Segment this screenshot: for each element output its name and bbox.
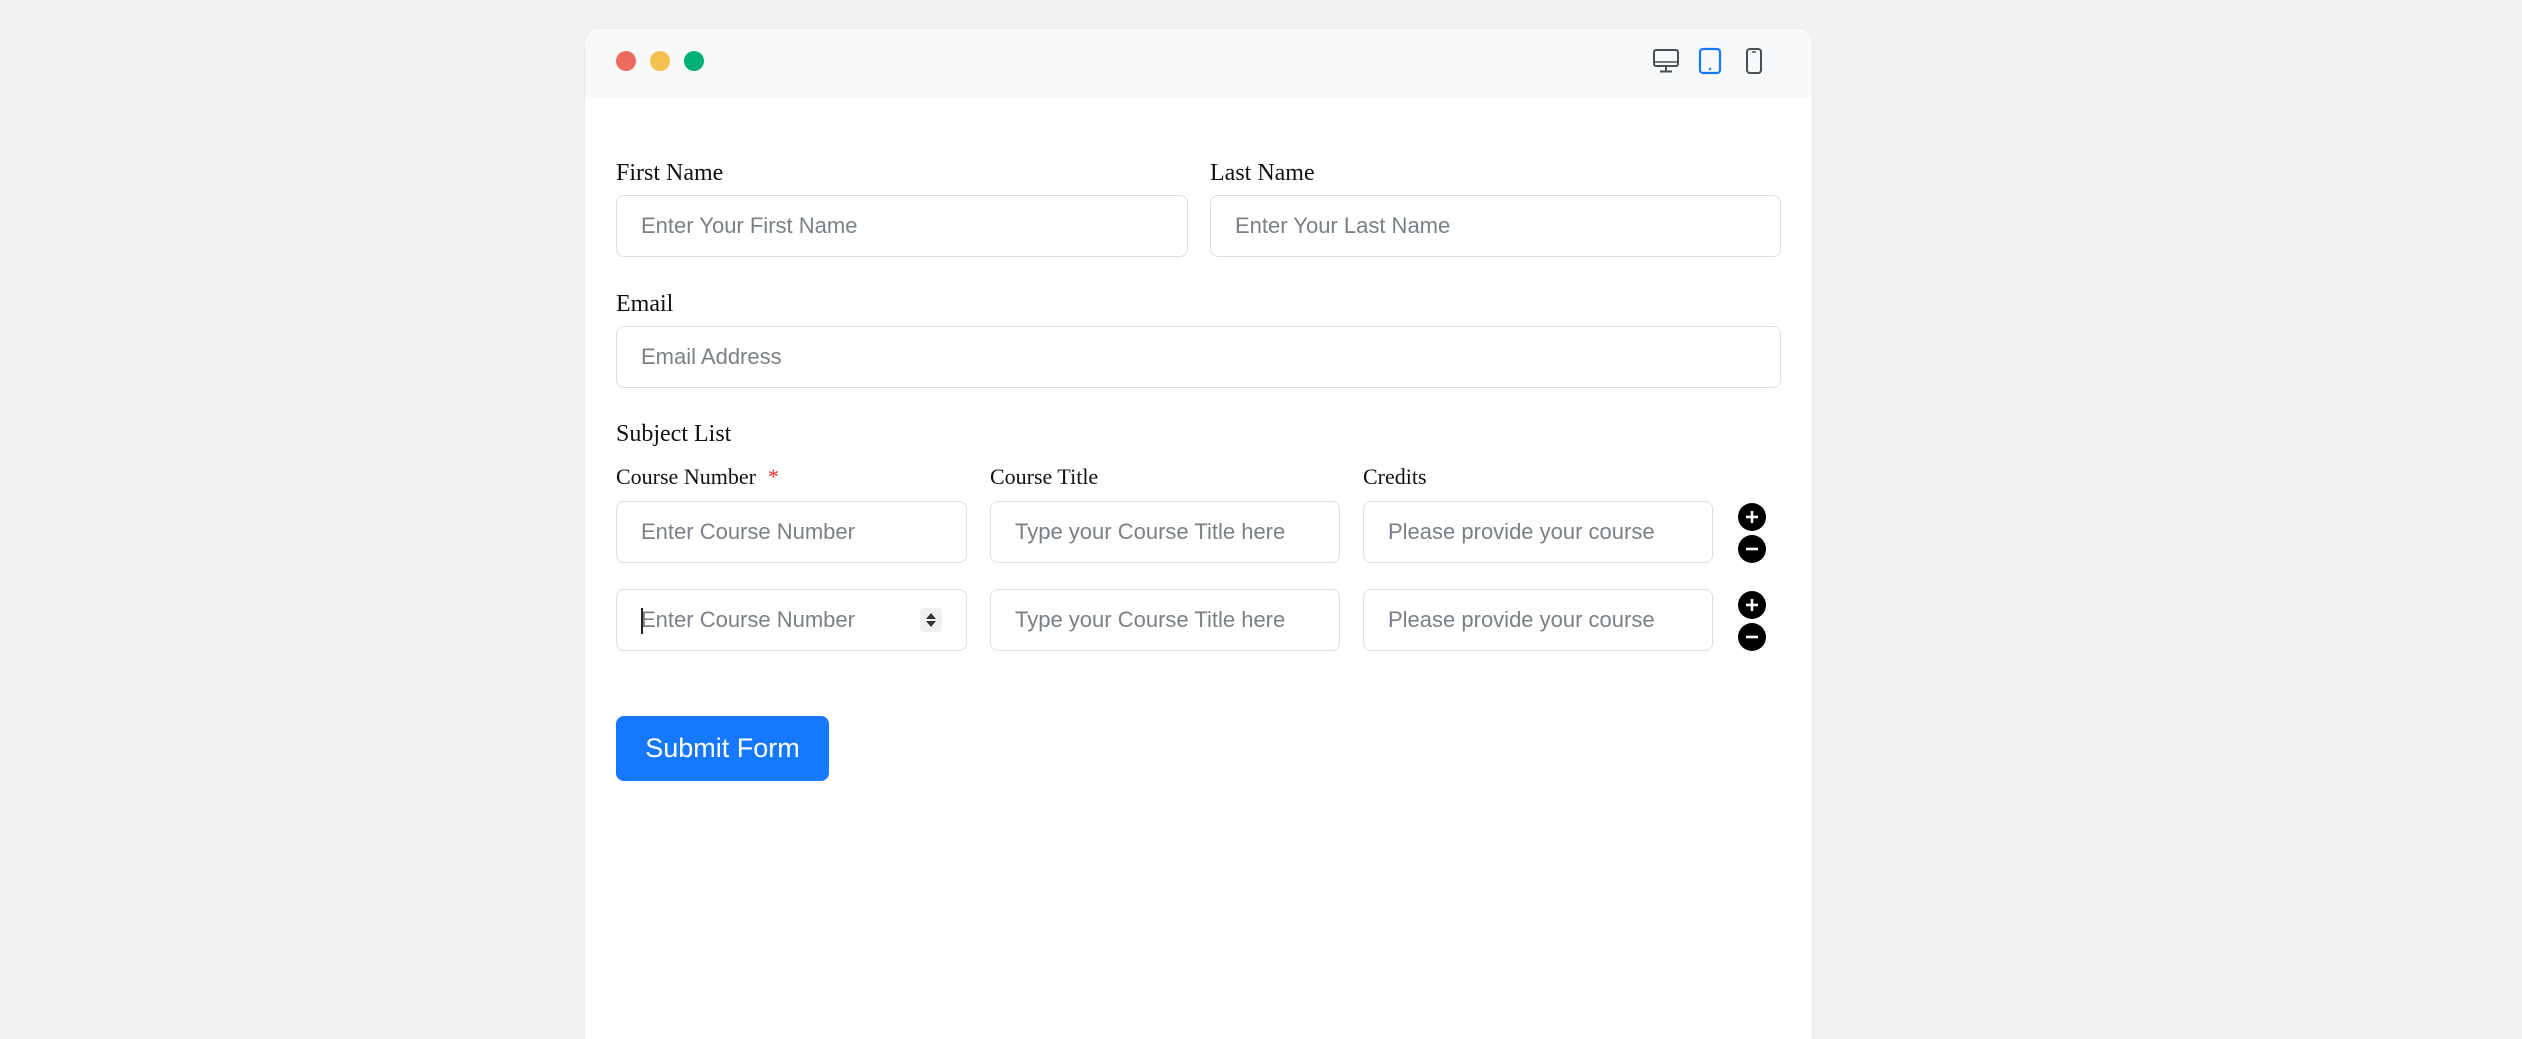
add-row-button[interactable]	[1738, 591, 1766, 619]
last-name-input[interactable]: Enter Your Last Name	[1210, 195, 1781, 257]
course-title-input[interactable]: Type your Course Title here	[990, 501, 1340, 563]
course-number-placeholder: Enter Course Number	[641, 607, 855, 632]
course-number-header-text: Course Number	[616, 464, 756, 489]
first-name-placeholder: Enter Your First Name	[641, 213, 858, 238]
first-name-label: First Name	[616, 160, 724, 186]
add-row-button[interactable]	[1738, 503, 1766, 531]
subject-list-title: Subject List	[616, 421, 732, 447]
submit-form-button[interactable]: Submit Form	[616, 716, 829, 781]
minus-icon	[1746, 635, 1758, 639]
course-title-input[interactable]: Type your Course Title here	[990, 589, 1340, 651]
up-down-icon	[926, 613, 936, 627]
credits-placeholder: Please provide your course	[1388, 607, 1655, 632]
credits-input[interactable]: Please provide your course	[1363, 501, 1713, 563]
credits-input[interactable]: Please provide your course	[1363, 589, 1713, 651]
first-name-input[interactable]: Enter Your First Name	[616, 195, 1188, 257]
row-actions	[1738, 503, 1766, 567]
email-label: Email	[616, 291, 674, 317]
course-title-header: Course Title	[990, 464, 1099, 489]
last-name-label: Last Name	[1210, 160, 1315, 186]
close-window-button[interactable]	[616, 51, 636, 71]
course-number-placeholder: Enter Course Number	[641, 519, 855, 544]
email-placeholder: Email Address	[641, 344, 782, 369]
device-preview-toggle	[1644, 46, 1776, 76]
plus-icon	[1746, 511, 1758, 523]
mobile-icon[interactable]	[1732, 46, 1776, 76]
minus-icon	[1746, 547, 1758, 551]
course-title-placeholder: Type your Course Title here	[1015, 519, 1286, 544]
course-number-header: Course Number *	[616, 466, 779, 488]
remove-row-button[interactable]	[1738, 535, 1766, 563]
minimize-window-button[interactable]	[650, 51, 670, 71]
course-number-input[interactable]: Enter Course Number	[616, 589, 967, 651]
remove-row-button[interactable]	[1738, 623, 1766, 651]
tablet-icon[interactable]	[1688, 46, 1732, 76]
credits-header: Credits	[1363, 464, 1427, 489]
email-input[interactable]: Email Address	[616, 326, 1781, 388]
text-cursor	[641, 608, 643, 634]
credits-placeholder: Please provide your course	[1388, 519, 1655, 544]
required-marker: *	[767, 464, 779, 489]
number-spinner[interactable]	[920, 608, 942, 632]
maximize-window-button[interactable]	[684, 51, 704, 71]
last-name-placeholder: Enter Your Last Name	[1235, 213, 1451, 238]
plus-icon	[1746, 599, 1758, 611]
app-window: First Name Last Name Enter Your First Na…	[585, 29, 1812, 1039]
desktop-icon[interactable]	[1644, 46, 1688, 76]
title-bar	[585, 29, 1812, 97]
course-title-placeholder: Type your Course Title here	[1015, 607, 1286, 632]
course-number-input[interactable]: Enter Course Number	[616, 501, 967, 563]
row-actions	[1738, 591, 1766, 655]
